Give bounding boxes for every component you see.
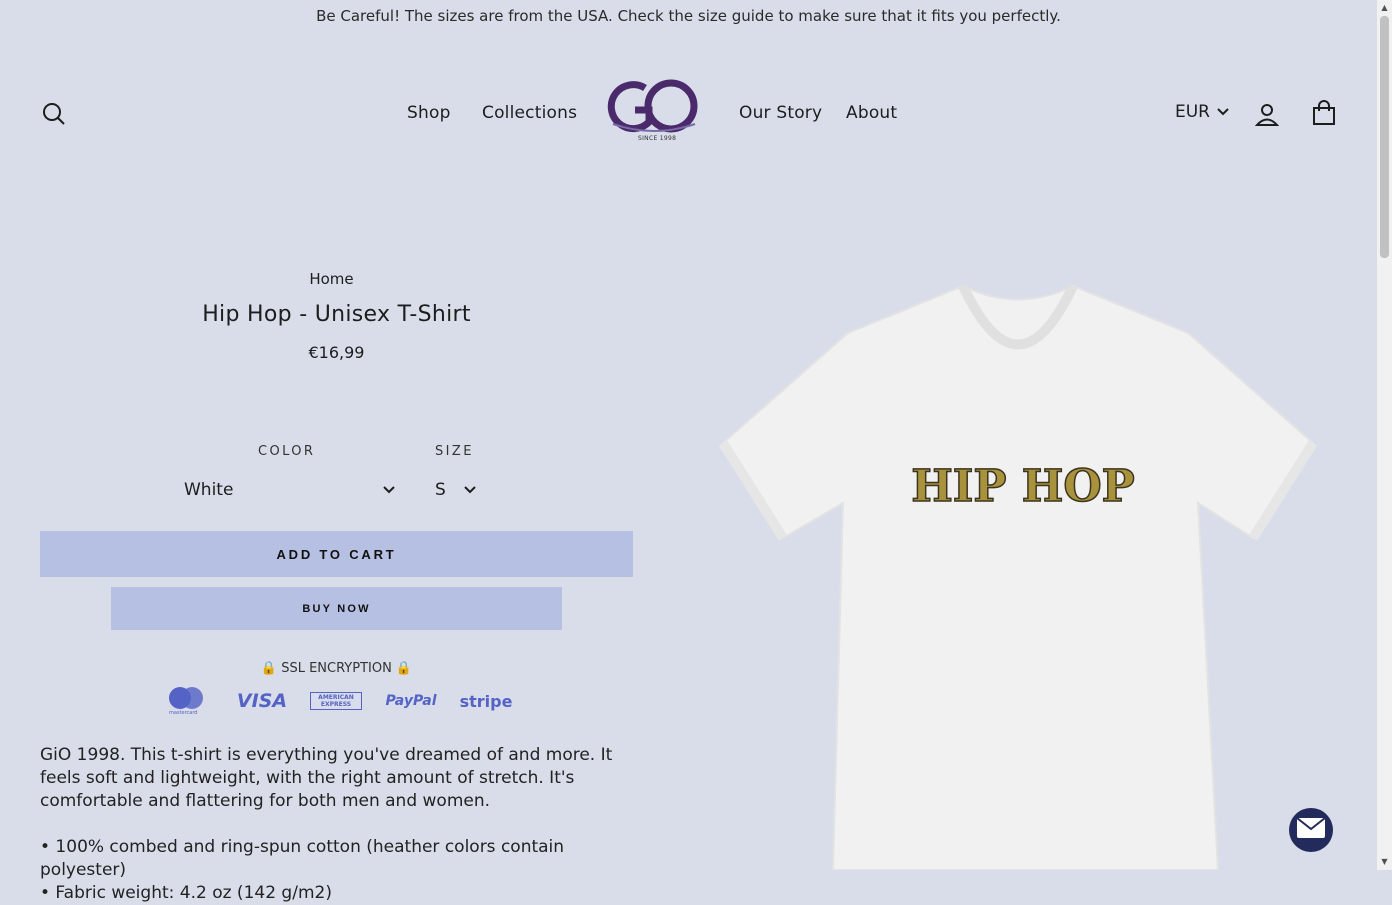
mastercard-icon: mastercard	[166, 684, 206, 718]
chevron-down-icon	[382, 480, 396, 500]
buy-now-button[interactable]: BUY NOW	[111, 587, 562, 630]
scroll-up-arrow-icon[interactable]: ▲	[1380, 3, 1389, 12]
add-to-cart-button[interactable]: ADD TO CART	[40, 531, 633, 577]
stripe-icon: stripe	[459, 691, 513, 711]
site-header: Shop Collections Our Story About SINCE 1…	[0, 60, 1377, 170]
feature-item: • 100% combed and ring-spun cotton (heat…	[40, 837, 565, 880]
product-image[interactable]: HIP HOP	[718, 283, 1318, 871]
scrollbar-thumb[interactable]	[1380, 16, 1389, 258]
color-value: White	[184, 480, 234, 500]
payment-methods: mastercard VISA AMERICAN EXPRESS PayPal …	[160, 684, 520, 718]
product-title: Hip Hop - Unisex T-Shirt	[202, 302, 471, 327]
account-icon[interactable]	[1253, 100, 1281, 128]
mastercard-label: mastercard	[169, 710, 198, 716]
nav-item-collections[interactable]: Collections	[482, 103, 577, 123]
size-select[interactable]: S	[435, 480, 477, 500]
logo-subtext: SINCE 1998	[638, 135, 677, 142]
nav-item-shop[interactable]: Shop	[407, 103, 451, 123]
american-express-icon: AMERICAN EXPRESS	[310, 692, 362, 710]
chevron-down-icon	[463, 480, 477, 500]
site-logo[interactable]: SINCE 1998	[605, 78, 703, 148]
paypal-icon: PayPal	[385, 693, 437, 709]
contact-mail-button[interactable]	[1289, 808, 1333, 852]
product-description: GiO 1998. This t-shirt is everything you…	[40, 744, 640, 905]
product-price: €16,99	[308, 343, 365, 362]
breadcrumb[interactable]: Home	[30, 270, 633, 288]
nav-item-our-story[interactable]: Our Story	[739, 103, 822, 123]
cart-icon[interactable]	[1309, 98, 1339, 128]
size-value: S	[435, 480, 446, 500]
visa-icon: VISA	[236, 690, 288, 712]
ssl-encryption-label: 🔒 SSL ENCRYPTION 🔒	[260, 661, 413, 676]
color-select[interactable]: White	[184, 480, 396, 500]
scroll-down-arrow-icon[interactable]: ▼	[1380, 857, 1389, 866]
scrollbar[interactable]: ▲ ▼	[1377, 0, 1392, 870]
product-info: Home Hip Hop - Unisex T-Shirt €16,99	[40, 270, 633, 362]
size-label: SIZE	[435, 444, 474, 459]
description-text: GiO 1998. This t-shirt is everything you…	[40, 745, 613, 811]
nav-item-about[interactable]: About	[846, 103, 897, 123]
print-text: HIP HOP	[911, 461, 1135, 512]
search-icon[interactable]	[40, 100, 68, 128]
announcement-bar: Be Careful! The sizes are from the USA. …	[316, 7, 1061, 25]
currency-label: EUR	[1175, 102, 1210, 122]
color-label: COLOR	[258, 444, 316, 459]
feature-item: • Fabric weight: 4.2 oz (142 g/m2)	[40, 883, 332, 903]
currency-selector[interactable]: EUR	[1175, 102, 1230, 122]
chevron-down-icon	[1216, 102, 1230, 122]
mail-icon	[1296, 817, 1326, 843]
